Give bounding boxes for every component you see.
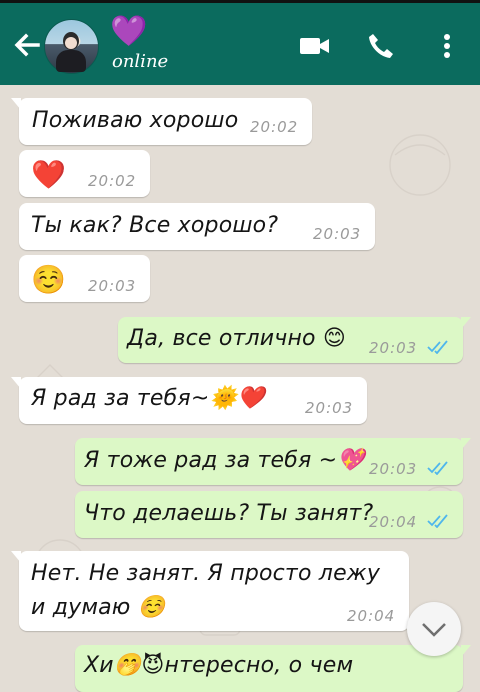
message-time: 20:02 <box>250 118 299 136</box>
message-bubble-incoming[interactable]: Поживаю хорошо 20:02 <box>11 98 312 145</box>
message-bubble-incoming[interactable]: Нет. Не занят. Я просто лежу и думаю ☺️ … <box>11 551 409 631</box>
avatar-face <box>65 37 77 49</box>
message-text: Хи🤭😈нтересно, о чем <box>84 653 354 678</box>
message-bubble-incoming[interactable]: Ты как? Все хорошо? 20:03 <box>19 203 375 250</box>
smile-emoji: ☺️ <box>31 263 67 296</box>
bubble-tail <box>461 317 471 329</box>
back-arrow-icon[interactable] <box>10 29 42 61</box>
message-text: Ты как? Все хорошо? <box>31 213 279 238</box>
message-time: 20:03 <box>305 399 354 417</box>
message-time: 20:04 <box>369 513 418 531</box>
message-text: Поживаю хорошо <box>32 108 239 133</box>
avatar-body <box>56 50 86 72</box>
message-bubble-incoming[interactable]: ❤️ 20:02 <box>19 150 150 197</box>
message-text: Да, все отлично 😊 <box>127 326 347 351</box>
message-bubble-incoming[interactable]: Я рад за тебя~🌞❤️ 20:03 <box>11 377 367 424</box>
avatar[interactable] <box>44 19 99 74</box>
double-check-icon <box>427 514 448 528</box>
message-bubble-outgoing[interactable]: Хи🤭😈нтересно, о чем <box>75 645 471 692</box>
bubble-tail <box>11 98 21 110</box>
message-time: 20:02 <box>88 172 137 190</box>
bubble-tail <box>461 438 471 450</box>
more-vert-icon[interactable] <box>432 29 466 63</box>
message-time: 20:03 <box>313 225 362 243</box>
message-text: Нет. Не занят. Я просто лежу <box>31 561 381 586</box>
bubble-tail <box>11 377 21 389</box>
message-bubble-incoming[interactable]: ☺️ 20:03 <box>19 255 150 302</box>
message-text: Я рад за тебя~🌞❤️ <box>31 386 265 411</box>
message-text: Я тоже рад за тебя ~💖 <box>84 448 365 473</box>
bubble-tail <box>11 551 21 563</box>
heart-emoji: ❤️ <box>31 158 67 191</box>
contact-name[interactable]: 💜 <box>110 15 147 49</box>
video-call-icon[interactable] <box>298 29 332 63</box>
bubble-tail <box>461 645 471 657</box>
message-time: 20:03 <box>369 339 418 357</box>
message-time: 20:03 <box>369 460 418 478</box>
phone-icon[interactable] <box>364 29 398 63</box>
message-bubble-outgoing[interactable]: Да, все отлично 😊 20:03 <box>118 317 471 363</box>
message-bubble-outgoing[interactable]: Я тоже рад за тебя ~💖 20:03 <box>75 438 471 485</box>
contact-status: online <box>112 51 169 72</box>
double-check-icon <box>427 461 448 475</box>
message-text: Что делаешь? Ты занят? <box>84 501 374 526</box>
scroll-to-bottom-button[interactable] <box>407 602 461 656</box>
message-time: 20:03 <box>88 277 137 295</box>
message-time: 20:04 <box>347 607 396 625</box>
message-bubble-outgoing[interactable]: Что делаешь? Ты занят? 20:04 <box>75 491 463 538</box>
double-check-icon <box>427 340 448 354</box>
chat-header: 💜 online <box>0 0 480 85</box>
message-text-line2: и думаю ☺️ <box>31 595 166 620</box>
chevron-down-icon <box>422 623 446 637</box>
